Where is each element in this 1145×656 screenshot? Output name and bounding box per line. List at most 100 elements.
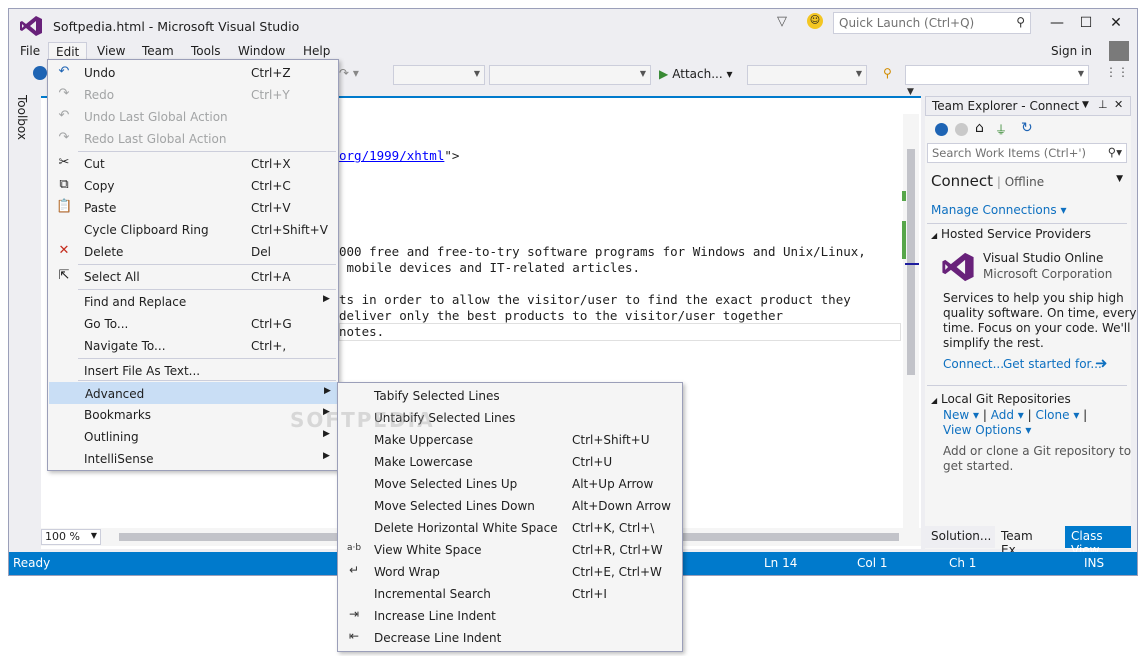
search-work-items-input[interactable]: Search Work Items (Ctrl+') ⚲▾ — [927, 143, 1127, 163]
attach-target-dropdown[interactable]: ▼ — [747, 65, 867, 85]
menu-item-delete[interactable]: ✕ Delete Del — [49, 241, 337, 263]
clone-repo-link[interactable]: Clone ▾ — [1035, 408, 1079, 422]
window-title: Softpedia.html - Microsoft Visual Studio — [53, 19, 300, 34]
vso-desc-2: quality software. On time, every — [943, 306, 1137, 320]
close-panel-icon[interactable]: ✕ — [1114, 98, 1123, 111]
submenu-item-move-lines-down[interactable]: Move Selected Lines Down Alt+Down Arrow — [339, 495, 681, 517]
menu-item-navigate-to[interactable]: Navigate To... Ctrl+, — [49, 335, 337, 357]
redo-icon: ↷ — [58, 86, 70, 101]
toolbox-tab[interactable]: Toolbox — [15, 95, 29, 140]
menu-item-advanced[interactable]: Advanced ▶ — [49, 382, 337, 404]
submenu-item-make-uppercase[interactable]: Make Uppercase Ctrl+Shift+U — [339, 429, 681, 451]
play-icon: ▶ — [659, 67, 669, 81]
zoom-dropdown[interactable]: 100 % ▼ — [41, 529, 101, 545]
code-line-3: mobile devices and IT-related articles. — [339, 260, 641, 275]
submenu-arrow-icon: ▶ — [324, 386, 331, 396]
new-repo-link[interactable]: New ▾ — [943, 408, 979, 422]
connect-link[interactable]: Connect... — [943, 357, 1004, 371]
select-all-icon: ⇱ — [58, 268, 70, 283]
sign-in-link[interactable]: Sign in — [1051, 44, 1092, 58]
tab-class-view[interactable]: Class View — [1065, 526, 1131, 557]
status-line: Ln 14 — [764, 556, 798, 570]
submenu-item-make-lowercase[interactable]: Make Lowercase Ctrl+U — [339, 451, 681, 473]
section-divider — [927, 385, 1127, 386]
git-repos-label: Local Git Repositories — [940, 392, 1071, 406]
menu-item-shortcut: Ctrl+, — [251, 339, 287, 353]
git-repos-header[interactable]: ◢ Local Git Repositories — [931, 392, 1071, 406]
submenu-item-shortcut: Alt+Down Arrow — [572, 499, 671, 513]
menu-item-label: Undo Last Global Action — [84, 110, 228, 124]
page-dropdown-icon[interactable]: ▼ — [1116, 174, 1123, 184]
chevron-down-icon: ▼ — [90, 531, 97, 540]
menu-item-select-all[interactable]: ⇱ Select All Ctrl+A — [49, 266, 337, 288]
toolbar-options-icon[interactable]: ⋮⋮ — [1105, 65, 1129, 79]
get-started-link[interactable]: Get started for... — [1003, 357, 1102, 371]
tab-solution-explorer[interactable]: Solution... — [925, 526, 995, 548]
code-line-2: 000 free and free-to-try software progra… — [339, 244, 866, 259]
back-nav-icon[interactable] — [33, 66, 47, 80]
menu-item-label: Cycle Clipboard Ring — [84, 223, 209, 237]
manage-connections-link[interactable]: Manage Connections ▾ — [931, 203, 1066, 217]
filter-icon[interactable]: ▽ — [777, 14, 787, 29]
menu-item-undo-last-global[interactable]: ↶ Undo Last Global Action — [49, 106, 337, 128]
code-line-1-suffix: "> — [444, 148, 460, 163]
menu-item-find-replace[interactable]: Find and Replace ▶ — [49, 291, 337, 313]
attach-button[interactable]: ▶ Attach... ▾ — [659, 67, 733, 81]
menu-item-intellisense[interactable]: IntelliSense ▶ — [49, 448, 337, 470]
back-icon[interactable] — [935, 123, 948, 136]
submenu-item-delete-whitespace[interactable]: Delete Horizontal White Space Ctrl+K, Ct… — [339, 517, 681, 539]
chevron-down-icon: ▼ — [639, 69, 646, 78]
menu-item-go-to[interactable]: Go To... Ctrl+G — [49, 313, 337, 335]
submenu-item-word-wrap[interactable]: ↵ Word Wrap Ctrl+E, Ctrl+W — [339, 561, 681, 583]
hosted-providers-header[interactable]: ◢ Hosted Service Providers — [931, 227, 1091, 241]
submenu-item-decrease-indent[interactable]: ⇤ Decrease Line Indent — [339, 627, 681, 649]
avatar[interactable] — [1109, 41, 1129, 61]
panel-dropdown-icon[interactable]: ▼ — [1082, 100, 1089, 110]
menu-item-shortcut: Ctrl+Z — [251, 66, 291, 80]
menu-item-label: Outlining — [84, 430, 139, 444]
tab-team-explorer[interactable]: Team Ex... — [995, 526, 1065, 557]
submenu-item-label: Incremental Search — [374, 587, 491, 601]
configuration-dropdown[interactable]: ▼ — [393, 65, 485, 85]
git-desc-2: get started. — [943, 459, 1014, 473]
menu-item-cut[interactable]: ✂ Cut Ctrl+X — [49, 153, 337, 175]
submenu-item-move-lines-up[interactable]: Move Selected Lines Up Alt+Up Arrow — [339, 473, 681, 495]
home-icon[interactable]: ⌂ — [975, 120, 984, 136]
platform-dropdown[interactable]: ▼ — [489, 65, 651, 85]
menu-item-paste[interactable]: 📋 Paste Ctrl+V — [49, 197, 337, 219]
quick-launch-input[interactable]: Quick Launch (Ctrl+Q) ⚲ — [833, 12, 1031, 34]
submenu-item-incremental-search[interactable]: Incremental Search Ctrl+I — [339, 583, 681, 605]
menu-item-undo[interactable]: ↶ Undo Ctrl+Z — [49, 62, 337, 84]
minimize-button[interactable]: — — [1042, 11, 1072, 35]
view-whitespace-icon: a·b — [346, 543, 362, 553]
menu-file[interactable]: File — [13, 42, 47, 61]
arrow-circle-icon[interactable]: ➜ — [1095, 354, 1108, 372]
menu-item-copy[interactable]: ⧉ Copy Ctrl+C — [49, 175, 337, 197]
menu-item-redo-last-global[interactable]: ↷ Redo Last Global Action — [49, 128, 337, 150]
redo-toolbar-icon[interactable]: ↷ ▾ — [339, 66, 359, 80]
vertical-scroll-thumb[interactable] — [907, 149, 915, 375]
pin-icon[interactable]: ⊥ — [1098, 98, 1108, 111]
code-line-6: notes. — [339, 324, 385, 339]
close-button[interactable]: ✕ — [1101, 11, 1131, 35]
menu-item-shortcut: Ctrl+A — [251, 270, 291, 284]
submenu-item-increase-indent[interactable]: ⇥ Increase Line Indent — [339, 605, 681, 627]
menu-item-shortcut: Ctrl+Y — [251, 88, 290, 102]
submenu-item-tabify[interactable]: Tabify Selected Lines — [339, 385, 681, 407]
submenu-item-view-whitespace[interactable]: a·b View White Space Ctrl+R, Ctrl+W — [339, 539, 681, 561]
menu-item-cycle-clipboard[interactable]: Cycle Clipboard Ring Ctrl+Shift+V — [49, 219, 337, 241]
forward-icon[interactable] — [955, 123, 968, 136]
refresh-icon[interactable]: ↻ — [1021, 120, 1033, 136]
view-options-link[interactable]: View Options ▾ — [943, 423, 1031, 437]
connect-plug-icon[interactable]: ⏚ — [995, 121, 1007, 138]
submenu-arrow-icon: ▶ — [323, 294, 330, 304]
find-combo[interactable]: ▼ — [905, 65, 1089, 85]
feedback-smiley-icon[interactable]: ☺ — [807, 13, 823, 29]
menu-item-insert-file[interactable]: Insert File As Text... — [49, 360, 337, 382]
add-repo-link[interactable]: Add ▾ — [991, 408, 1024, 422]
menu-item-shortcut: Ctrl+C — [251, 179, 291, 193]
submenu-item-label: Move Selected Lines Up — [374, 477, 518, 491]
menu-item-redo[interactable]: ↷ Redo Ctrl+Y — [49, 84, 337, 106]
find-icon[interactable]: ⚲ — [883, 66, 892, 80]
maximize-button[interactable]: ☐ — [1071, 11, 1101, 35]
